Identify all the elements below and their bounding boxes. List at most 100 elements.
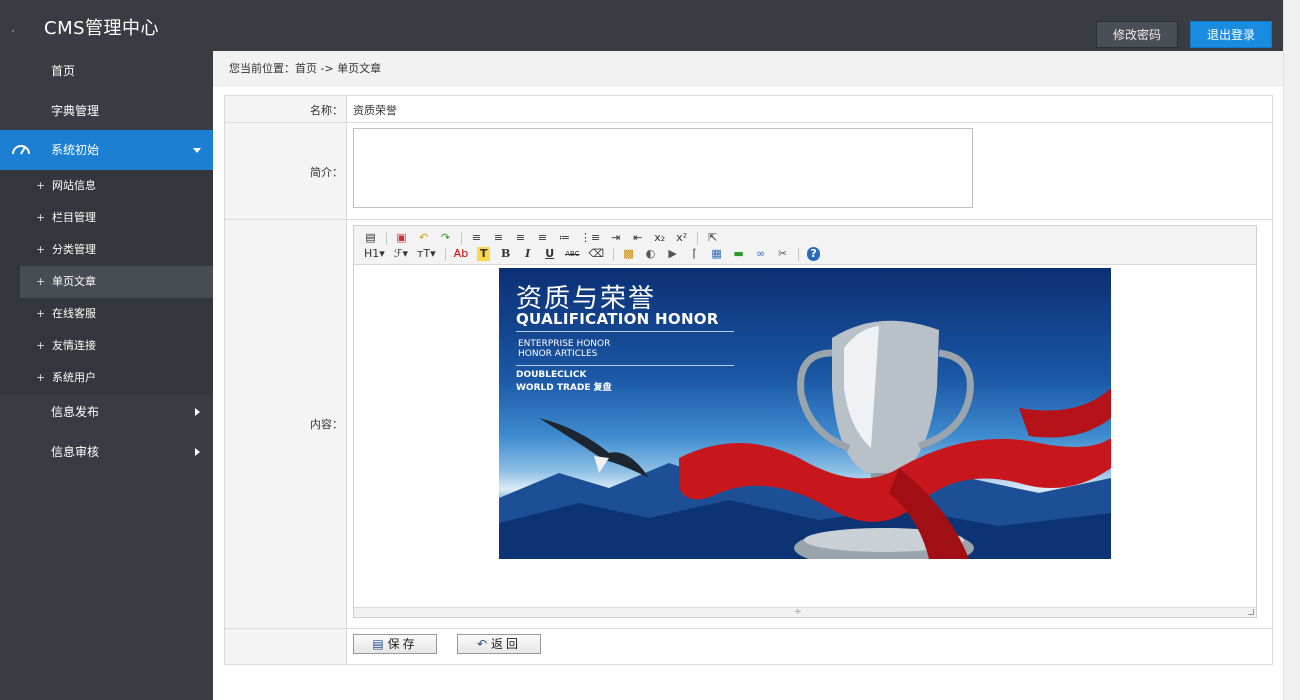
submenu-item-label: 友情连接 [52, 339, 96, 352]
row-divider [225, 628, 1272, 629]
banner-divider [516, 365, 734, 366]
superscript-icon[interactable]: x² [675, 231, 688, 245]
page-scrollbar[interactable] [1283, 0, 1300, 700]
background-color-button[interactable]: T [477, 247, 491, 261]
plus-icon: + [36, 307, 46, 320]
link-icon[interactable]: ∞ [754, 247, 767, 261]
plus-icon: + [36, 371, 46, 384]
submenu-item-online-service[interactable]: + 在线客服 [20, 298, 213, 330]
indent-icon[interactable]: ⇥ [609, 231, 622, 245]
banner-text: DOUBLECLICK [516, 370, 587, 380]
align-center-icon[interactable]: ≡ [492, 231, 505, 245]
editor-statusbar: ÷ [354, 607, 1256, 617]
editor-resize-handle[interactable]: ÷ [794, 608, 802, 617]
ordered-list-icon[interactable]: ≔ [558, 231, 571, 245]
sidebar-item-publish[interactable]: 信息发布 [0, 392, 213, 432]
font-family-dropdown[interactable]: ℱ▾ [394, 247, 408, 261]
unlink-icon[interactable]: ✂ [776, 247, 789, 261]
eraser-icon[interactable]: ⌫ [589, 247, 605, 261]
banner-text: HONOR ARTICLES [518, 349, 598, 359]
save-button[interactable]: ▤ 保存 [353, 634, 437, 654]
plus-icon: + [36, 275, 46, 288]
back-button[interactable]: ↶ 返回 [457, 634, 541, 654]
heading-dropdown[interactable]: H1▾ [364, 247, 385, 261]
outdent-icon[interactable]: ⇤ [631, 231, 644, 245]
back-button-label: 返回 [491, 637, 522, 651]
font-size-dropdown[interactable]: тT▾ [417, 247, 436, 261]
editor-content-area[interactable]: 资质与荣誉 QUALIFICATION HONOR ENTERPRISE HON… [354, 265, 1256, 608]
toolbar-separator [798, 247, 800, 261]
sidebar-item-label: 信息审核 [51, 445, 100, 459]
plus-icon: + [36, 211, 46, 224]
banner-text: WORLD TRADE 复盘 [516, 383, 612, 393]
attachment-icon[interactable]: ⌈ [688, 247, 701, 261]
caret-right-icon [195, 408, 200, 416]
rich-text-editor: ▤ ▣ ↶ ↷ ≡ ≡ ≡ ≡ ≔ ⋮≡ ⇥ ⇤ x₂ x² ⇱ H1▾ ℱ▾ … [353, 225, 1257, 618]
image-icon[interactable]: ▩ [622, 247, 635, 261]
align-right-icon[interactable]: ≡ [514, 231, 527, 245]
font-color-button[interactable]: Ab [454, 247, 469, 261]
toolbar-separator [386, 231, 387, 245]
submenu-item-label: 单页文章 [52, 275, 96, 288]
sidebar-item-label: 系统初始 [51, 143, 100, 157]
sidebar-item-label: 信息发布 [51, 405, 100, 419]
logo-dot [12, 30, 14, 32]
label-column [225, 96, 347, 664]
plus-icon: + [36, 339, 46, 352]
editor-toolbar: ▤ ▣ ↶ ↷ ≡ ≡ ≡ ≡ ≔ ⋮≡ ⇥ ⇤ x₂ x² ⇱ H1▾ ℱ▾ … [354, 226, 1256, 265]
app-logo[interactable]: CMS管理中心 [44, 14, 159, 40]
fullscreen-icon[interactable]: ▣ [395, 231, 408, 245]
sidebar-item-review[interactable]: 信息审核 [0, 432, 213, 472]
source-icon[interactable]: ▤ [364, 231, 377, 245]
strikethrough-button[interactable]: ABC [565, 247, 579, 261]
toolbar-separator [613, 247, 615, 261]
submenu-item-friend-links[interactable]: + 友情连接 [20, 330, 213, 362]
submenu-item-label: 栏目管理 [52, 211, 96, 224]
subscript-icon[interactable]: x₂ [653, 231, 666, 245]
underline-button[interactable]: U [543, 247, 556, 261]
submenu-item-site-info[interactable]: + 网站信息 [20, 170, 213, 202]
intro-textarea[interactable] [353, 128, 973, 208]
unordered-list-icon[interactable]: ⋮≡ [580, 231, 600, 245]
align-left-icon[interactable]: ≡ [470, 231, 483, 245]
resize-grip-icon[interactable] [1248, 609, 1254, 615]
insert-hr-icon[interactable]: ▬ [732, 247, 745, 261]
honor-banner-image[interactable]: 资质与荣誉 QUALIFICATION HONOR ENTERPRISE HON… [499, 268, 1111, 559]
plus-icon: + [36, 179, 46, 192]
sidebar-item-system-init[interactable]: 系统初始 [0, 130, 213, 170]
toolbar-row-1: ▤ ▣ ↶ ↷ ≡ ≡ ≡ ≡ ≔ ⋮≡ ⇥ ⇤ x₂ x² ⇱ [364, 230, 728, 246]
flash-icon[interactable]: ◐ [644, 247, 657, 261]
sidebar-item-label: 字典管理 [51, 104, 100, 118]
return-arrow-icon: ↶ [476, 637, 488, 651]
change-password-button[interactable]: 修改密码 [1096, 21, 1178, 48]
justify-icon[interactable]: ≡ [536, 231, 549, 245]
submenu-item-system-users[interactable]: + 系统用户 [20, 362, 213, 394]
submenu-item-categories[interactable]: + 分类管理 [20, 234, 213, 266]
intro-label: 简介： [310, 166, 343, 179]
submenu-item-single-page[interactable]: + 单页文章 [20, 266, 213, 298]
help-icon[interactable]: ? [807, 247, 821, 261]
select-all-icon[interactable]: ⇱ [706, 231, 719, 245]
caret-down-icon [193, 148, 201, 153]
logout-button[interactable]: 退出登录 [1190, 21, 1272, 48]
sidebar-item-label: 首页 [51, 64, 76, 78]
breadcrumb: 您当前位置：首页 -> 单页文章 [213, 51, 1283, 86]
media-icon[interactable]: ▶ [666, 247, 679, 261]
toolbar-separator [444, 247, 446, 261]
row-divider [225, 122, 1272, 123]
submenu-item-columns[interactable]: + 栏目管理 [20, 202, 213, 234]
sidebar-item-dictionary[interactable]: 字典管理 [0, 91, 213, 131]
toolbar-separator [461, 231, 462, 245]
submenu-item-label: 网站信息 [52, 179, 96, 192]
redo-icon[interactable]: ↷ [439, 231, 452, 245]
table-icon[interactable]: ▦ [710, 247, 723, 261]
toolbar-row-2: H1▾ ℱ▾ тT▾ Ab T B I U ABC ⌫ ▩ ◐ ▶ ⌈ ▦ ▬ … [364, 246, 829, 262]
name-field[interactable]: 资质荣誉 [353, 102, 397, 118]
bold-button[interactable]: B [499, 247, 512, 261]
submenu-item-label: 分类管理 [52, 243, 96, 256]
toolbar-separator [697, 231, 699, 245]
sidebar-item-home[interactable]: 首页 [0, 51, 213, 91]
floppy-disk-icon: ▤ [372, 637, 384, 651]
italic-button[interactable]: I [521, 247, 534, 261]
undo-icon[interactable]: ↶ [417, 231, 430, 245]
